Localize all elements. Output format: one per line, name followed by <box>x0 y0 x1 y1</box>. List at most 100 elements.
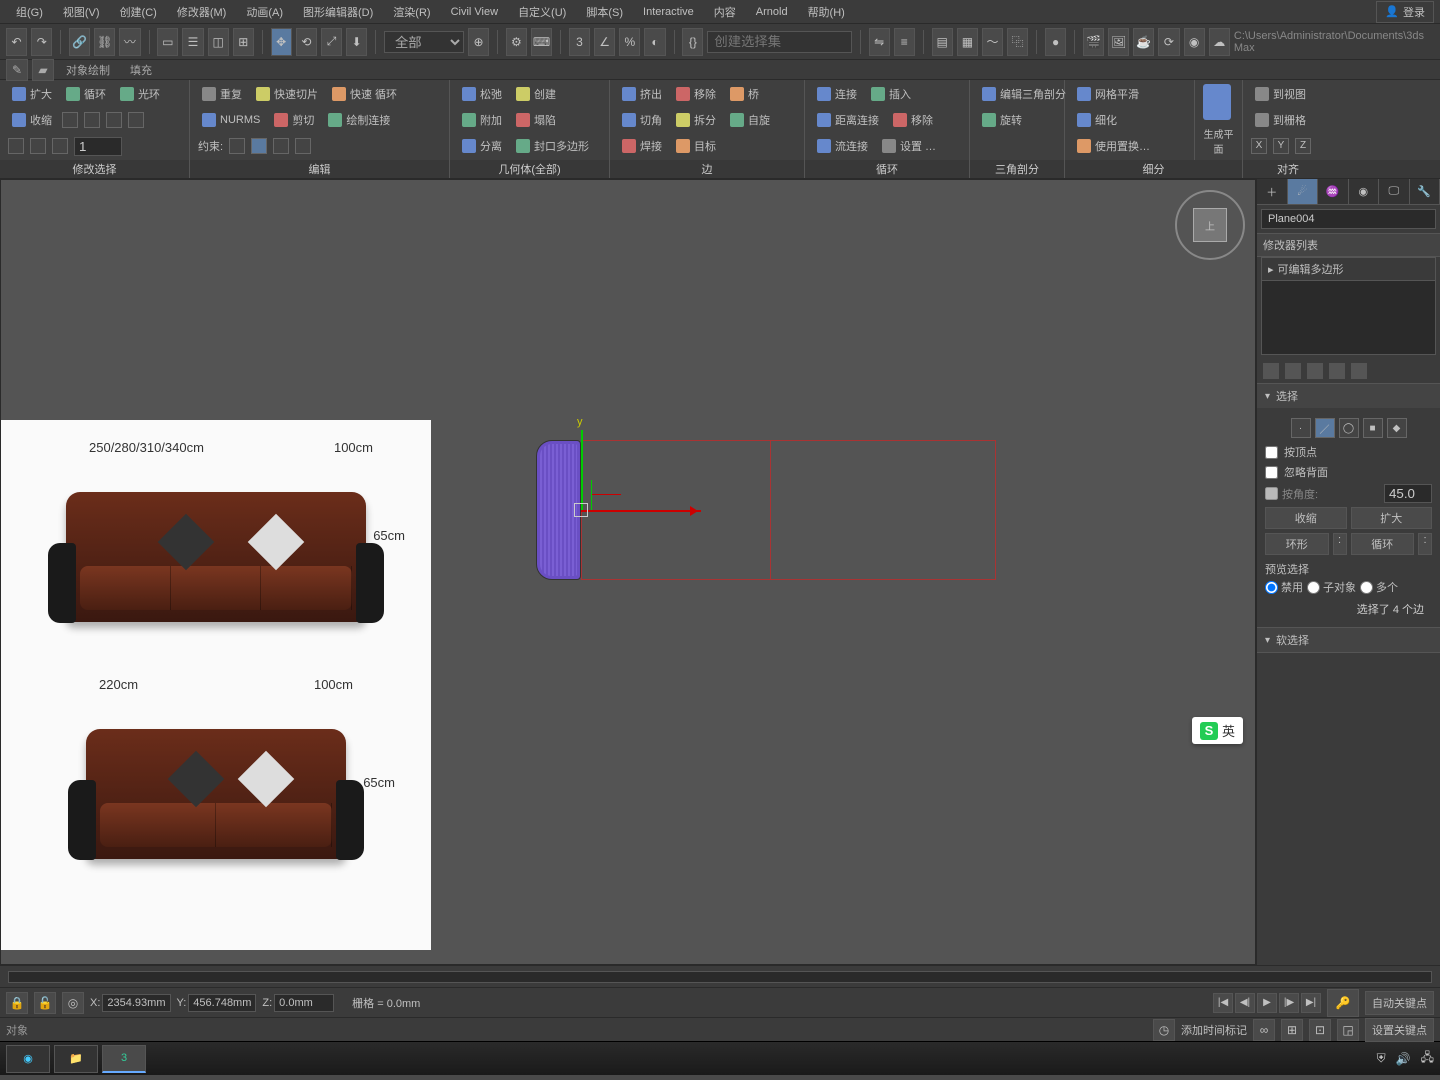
use-center-button[interactable]: ⊕ <box>468 28 489 56</box>
preview-multi-radio[interactable] <box>1360 581 1373 594</box>
by-angle-checkbox[interactable] <box>1265 487 1278 500</box>
selection-set-input[interactable] <box>707 31 851 53</box>
modsel-4[interactable] <box>128 112 144 128</box>
select-place-button[interactable]: ⬇ <box>346 28 367 56</box>
by-angle-spinner[interactable] <box>1384 484 1432 503</box>
ime-indicator[interactable]: S 英 <box>1192 717 1243 744</box>
align-view-button[interactable]: 到视图 <box>1251 84 1310 104</box>
snap-toggle-button[interactable]: 3 <box>569 28 590 56</box>
remove-modifier-button[interactable] <box>1329 363 1345 379</box>
mirror-button[interactable]: ⇋ <box>869 28 890 56</box>
auto-key-button[interactable]: 自动关键点 <box>1365 991 1434 1015</box>
viewcube-face[interactable]: 上 <box>1193 208 1227 242</box>
connect-button[interactable]: 连接 <box>813 84 861 104</box>
tray-network-icon[interactable]: 🖧 <box>1421 1048 1434 1069</box>
ref-coord-system-dropdown[interactable]: 全部 <box>384 31 464 53</box>
subobj-element[interactable]: ◆ <box>1387 418 1407 438</box>
remove-button[interactable]: 移除 <box>672 84 720 104</box>
modsel-spinner[interactable] <box>74 137 122 156</box>
next-frame-button[interactable]: |▶ <box>1279 993 1299 1013</box>
detach-button[interactable]: 分离 <box>458 136 506 156</box>
loop-settings-button[interactable]: 设置 … <box>878 136 940 156</box>
constraint-normal[interactable] <box>295 138 311 154</box>
percent-snap-button[interactable]: % <box>619 28 640 56</box>
align-x[interactable]: X <box>1251 138 1267 154</box>
curve-editor-button[interactable]: 〜 <box>982 28 1003 56</box>
modify-tab[interactable]: ☄ <box>1288 179 1319 204</box>
make-unique-button[interactable] <box>1307 363 1323 379</box>
align-z[interactable]: Z <box>1295 138 1311 154</box>
preview-subobj-radio[interactable] <box>1307 581 1320 594</box>
angle-snap-button[interactable]: ∠ <box>594 28 615 56</box>
show-end-result-button[interactable] <box>1285 363 1301 379</box>
shrink-button[interactable]: 收缩 <box>8 110 56 130</box>
ring-sel-button[interactable]: 环形 <box>1265 533 1329 555</box>
goto-start-button[interactable]: |◀ <box>1213 993 1233 1013</box>
create-button[interactable]: 创建 <box>512 84 560 104</box>
bridge-button[interactable]: 桥 <box>726 84 763 104</box>
ribbon-label-loops[interactable]: 循环 <box>805 160 970 178</box>
menu-content[interactable]: 内容 <box>704 4 746 20</box>
menu-animation[interactable]: 动画(A) <box>236 4 293 20</box>
menu-group[interactable]: 组(G) <box>6 4 53 20</box>
use-displacement-button[interactable]: 使用置换… <box>1073 136 1154 156</box>
undo-button[interactable]: ↶ <box>6 28 27 56</box>
chamfer-button[interactable]: 切角 <box>618 110 666 130</box>
repeat-button[interactable]: 重复 <box>198 84 246 104</box>
tessellate-button[interactable]: 细化 <box>1073 110 1121 130</box>
constraint-edge[interactable] <box>251 138 267 154</box>
by-vertex-checkbox[interactable] <box>1265 446 1278 459</box>
key-filter-button[interactable]: ∞ <box>1253 1019 1275 1041</box>
set-key-button[interactable]: 设置关键点 <box>1365 1018 1434 1042</box>
modifier-list-dropdown[interactable]: 修改器列表 <box>1257 233 1440 257</box>
prev-frame-button[interactable]: ◀| <box>1235 993 1255 1013</box>
gizmo-center[interactable] <box>574 503 588 517</box>
generate-plane-icon[interactable] <box>1203 84 1231 120</box>
modsel-1[interactable] <box>62 112 78 128</box>
render-activeshade-button[interactable]: ◉ <box>1184 28 1205 56</box>
sel-lock-button[interactable]: 🔒 <box>6 992 28 1014</box>
object-name-field[interactable]: Plane004 <box>1261 209 1436 229</box>
menu-customize[interactable]: 自定义(U) <box>508 4 576 20</box>
ribbon-label-tri[interactable]: 三角剖分 <box>970 160 1065 178</box>
z-coord-field[interactable]: 0.0mm <box>274 994 334 1012</box>
ignore-backfacing-checkbox[interactable] <box>1265 466 1278 479</box>
ring-spinner[interactable]: : <box>1333 533 1347 555</box>
menu-graph-editors[interactable]: 图形编辑器(D) <box>293 4 383 20</box>
taskbar-explorer[interactable]: 📁 <box>54 1045 98 1073</box>
modifier-stack-item[interactable]: ▸ 可编辑多边形 <box>1262 258 1435 281</box>
loop-button[interactable]: 循环 <box>62 84 110 104</box>
gizmo-axis-x[interactable] <box>581 510 701 512</box>
cut-button[interactable]: 剪切 <box>270 110 318 130</box>
select-scale-button[interactable]: ⤢ <box>321 28 342 56</box>
nav-2-button[interactable]: ⊡ <box>1309 1019 1331 1041</box>
quickloop-button[interactable]: 快速 循环 <box>328 84 401 104</box>
edit-tri-button[interactable]: 编辑三角剖分 <box>978 84 1070 104</box>
remove-loop-button[interactable]: 移除 <box>889 110 937 130</box>
rollout-selection-header[interactable]: 选择 <box>1257 384 1440 408</box>
layer-explorer-button[interactable]: ▤ <box>932 28 953 56</box>
grow-button[interactable]: 扩大 <box>8 84 56 104</box>
hierarchy-tab[interactable]: ♒ <box>1318 179 1349 204</box>
cap-button[interactable]: 封口多边形 <box>512 136 593 156</box>
gizmo-axis-y[interactable] <box>581 430 583 510</box>
taskbar-app-1[interactable]: ◉ <box>6 1045 50 1073</box>
grow-sel-button[interactable]: 扩大 <box>1351 507 1433 529</box>
create-tab[interactable]: ＋ <box>1257 179 1288 204</box>
display-tab[interactable]: 🖵 <box>1379 179 1410 204</box>
spinner-snap-button[interactable]: ◐ <box>644 28 665 56</box>
isolate-button[interactable]: ◎ <box>62 992 84 1014</box>
add-time-tag-label[interactable]: 添加时间标记 <box>1181 1022 1247 1038</box>
rotate-tri-button[interactable]: 旋转 <box>978 110 1026 130</box>
select-move-button[interactable]: ✥ <box>271 28 292 56</box>
loop-spinner[interactable]: : <box>1418 533 1432 555</box>
modifier-stack[interactable]: ▸ 可编辑多边形 <box>1261 257 1436 355</box>
toggle-ribbon-button[interactable]: ▦ <box>957 28 978 56</box>
render-production-button[interactable]: ☕ <box>1133 28 1154 56</box>
timeline-track[interactable] <box>8 971 1432 983</box>
viewcube[interactable]: 上 <box>1175 190 1245 260</box>
render-iterative-button[interactable]: ⟳ <box>1158 28 1179 56</box>
align-grid-button[interactable]: 到栅格 <box>1251 110 1310 130</box>
menu-interactive[interactable]: Interactive <box>633 6 704 18</box>
select-rotate-button[interactable]: ⟲ <box>296 28 317 56</box>
